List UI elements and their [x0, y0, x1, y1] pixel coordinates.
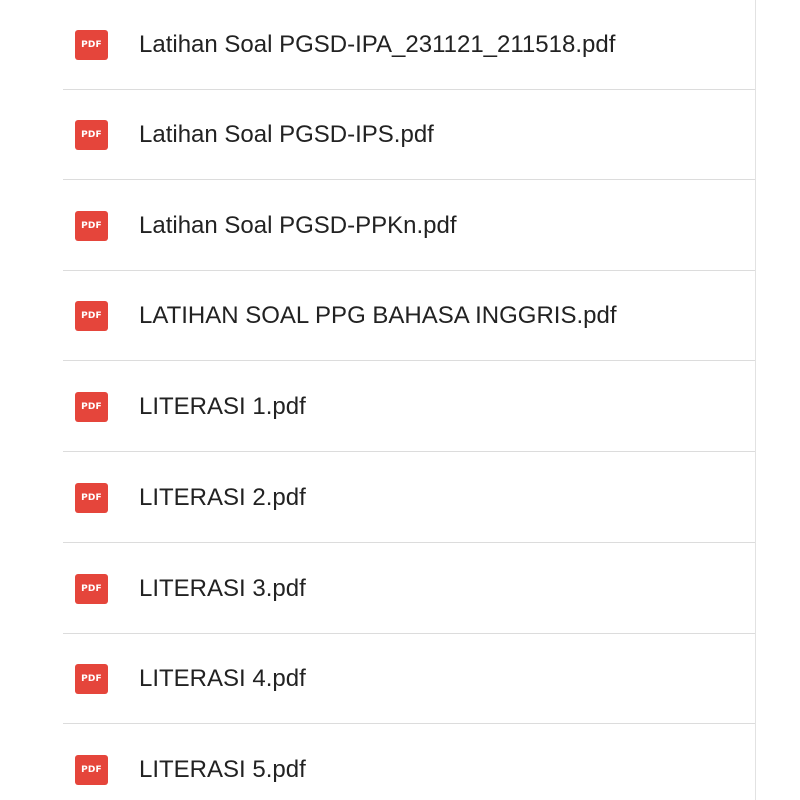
pdf-icon-label: PDF	[81, 402, 102, 412]
file-name: LITERASI 4.pdf	[139, 665, 306, 692]
pdf-icon-label: PDF	[81, 221, 102, 231]
pdf-file-icon: PDF	[75, 664, 108, 694]
pdf-icon-label: PDF	[81, 130, 102, 140]
file-name: LITERASI 1.pdf	[139, 393, 306, 420]
file-name: Latihan Soal PGSD-PPKn.pdf	[139, 212, 457, 239]
pdf-file-icon: PDF	[75, 755, 108, 785]
file-row[interactable]: PDF LITERASI 5.pdf	[0, 725, 755, 800]
pdf-icon-label: PDF	[81, 674, 102, 684]
divider	[63, 360, 755, 361]
file-row[interactable]: PDF LITERASI 2.pdf	[0, 453, 755, 543]
file-row[interactable]: PDF Latihan Soal PGSD-PPKn.pdf	[0, 181, 755, 271]
file-name: LITERASI 2.pdf	[139, 484, 306, 511]
file-browser: PDF Latihan Soal PGSD-IPA_231121_211518.…	[0, 0, 800, 800]
pdf-file-icon: PDF	[75, 574, 108, 604]
pdf-file-icon: PDF	[75, 120, 108, 150]
pdf-file-icon: PDF	[75, 483, 108, 513]
file-row[interactable]: PDF LITERASI 4.pdf	[0, 634, 755, 724]
pdf-icon-label: PDF	[81, 40, 102, 50]
file-list: PDF Latihan Soal PGSD-IPA_231121_211518.…	[0, 0, 756, 800]
file-name: LITERASI 5.pdf	[139, 756, 306, 783]
pdf-file-icon: PDF	[75, 211, 108, 241]
file-name: LITERASI 3.pdf	[139, 575, 306, 602]
pdf-file-icon: PDF	[75, 301, 108, 331]
file-row[interactable]: PDF LITERASI 1.pdf	[0, 362, 755, 452]
divider	[63, 179, 755, 180]
file-row[interactable]: PDF LATIHAN SOAL PPG BAHASA INGGRIS.pdf	[0, 271, 755, 361]
pdf-icon-label: PDF	[81, 765, 102, 775]
file-name: LATIHAN SOAL PPG BAHASA INGGRIS.pdf	[139, 302, 617, 329]
file-name: Latihan Soal PGSD-IPA_231121_211518.pdf	[139, 31, 616, 58]
file-row[interactable]: PDF Latihan Soal PGSD-IPS.pdf	[0, 90, 755, 180]
divider	[63, 451, 755, 452]
pdf-file-icon: PDF	[75, 30, 108, 60]
pdf-file-icon: PDF	[75, 392, 108, 422]
file-row[interactable]: PDF LITERASI 3.pdf	[0, 544, 755, 634]
divider	[63, 542, 755, 543]
pdf-icon-label: PDF	[81, 584, 102, 594]
file-name: Latihan Soal PGSD-IPS.pdf	[139, 121, 434, 148]
pdf-icon-label: PDF	[81, 493, 102, 503]
divider	[63, 723, 755, 724]
pdf-icon-label: PDF	[81, 311, 102, 321]
file-row[interactable]: PDF Latihan Soal PGSD-IPA_231121_211518.…	[0, 0, 755, 90]
